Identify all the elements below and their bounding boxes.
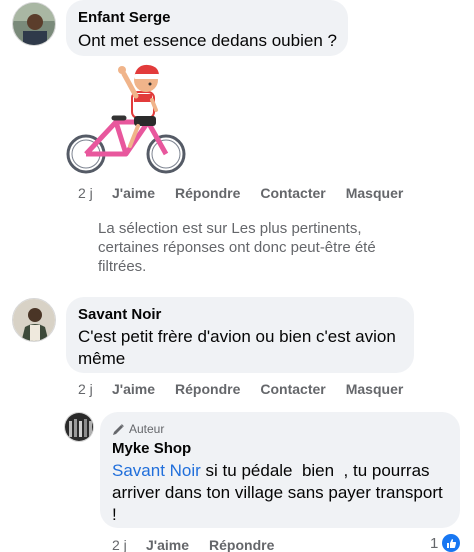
pencil-icon <box>113 423 124 435</box>
hide-button[interactable]: Masquer <box>346 381 404 397</box>
filter-notice: La sélection est sur Les plus pertinents… <box>98 219 376 276</box>
reply-text-line: ! <box>112 505 117 524</box>
comment-text-line: même <box>78 349 126 368</box>
comment-text-line: C'est petit frère d'avion ou bien c'est … <box>78 327 396 346</box>
filter-notice-line: certaines réponses ont donc peut-être ét… <box>98 239 376 256</box>
like-thumb-icon[interactable] <box>442 534 460 552</box>
contact-button[interactable]: Contacter <box>260 185 325 201</box>
comment-author[interactable]: Enfant Serge <box>78 9 171 26</box>
bicycle-sticker <box>64 60 188 180</box>
reply-author[interactable]: Myke Shop <box>112 440 191 457</box>
contact-button[interactable]: Contacter <box>260 381 325 397</box>
reply-time[interactable]: 2 j <box>112 537 146 552</box>
reply-button[interactable]: Répondre <box>175 381 240 397</box>
avatar-photo-icon <box>65 413 93 441</box>
like-button[interactable]: J'aime <box>146 537 189 552</box>
reply-text: Savant Noir si tu pédale bien , tu pourr… <box>112 460 454 526</box>
comment-text: Ont met essence dedans oubien ? <box>78 31 337 50</box>
avatar-photo-icon <box>13 3 55 45</box>
filter-notice-line: La sélection est sur Les plus pertinents… <box>98 220 362 237</box>
reply-actions: 2 j J'aime Répondre <box>112 537 274 552</box>
reply-text-line: arriver dans ton village sans payer tran… <box>112 483 443 502</box>
mention-link[interactable]: Savant Noir <box>112 461 201 480</box>
hide-button[interactable]: Masquer <box>346 185 404 201</box>
author-badge-label: Auteur <box>129 422 165 436</box>
avatar-savant-noir[interactable] <box>12 298 56 342</box>
reply-button[interactable]: Répondre <box>175 185 240 201</box>
comment-author[interactable]: Savant Noir <box>78 306 161 323</box>
author-badge: Auteur <box>112 422 164 436</box>
avatar-enfant-serge[interactable] <box>12 2 56 46</box>
comment-text: C'est petit frère d'avion ou bien c'est … <box>78 326 408 370</box>
reply-button[interactable]: Répondre <box>209 537 274 552</box>
reaction-count[interactable]: 1 <box>430 535 438 552</box>
like-button[interactable]: J'aime <box>112 381 155 397</box>
filter-notice-line: filtrées. <box>98 258 147 275</box>
comment-time[interactable]: 2 j <box>78 381 112 397</box>
avatar-photo-icon <box>13 299 55 341</box>
comment-actions: 2 j J'aime Répondre Contacter Masquer <box>78 381 403 397</box>
reply-text-segment: si tu pédale bien , tu pourras <box>200 461 430 480</box>
like-button[interactable]: J'aime <box>112 185 155 201</box>
avatar-myke-shop[interactable] <box>64 412 94 442</box>
comment-actions: 2 j J'aime Répondre Contacter Masquer <box>78 185 403 201</box>
comment-time[interactable]: 2 j <box>78 185 112 201</box>
